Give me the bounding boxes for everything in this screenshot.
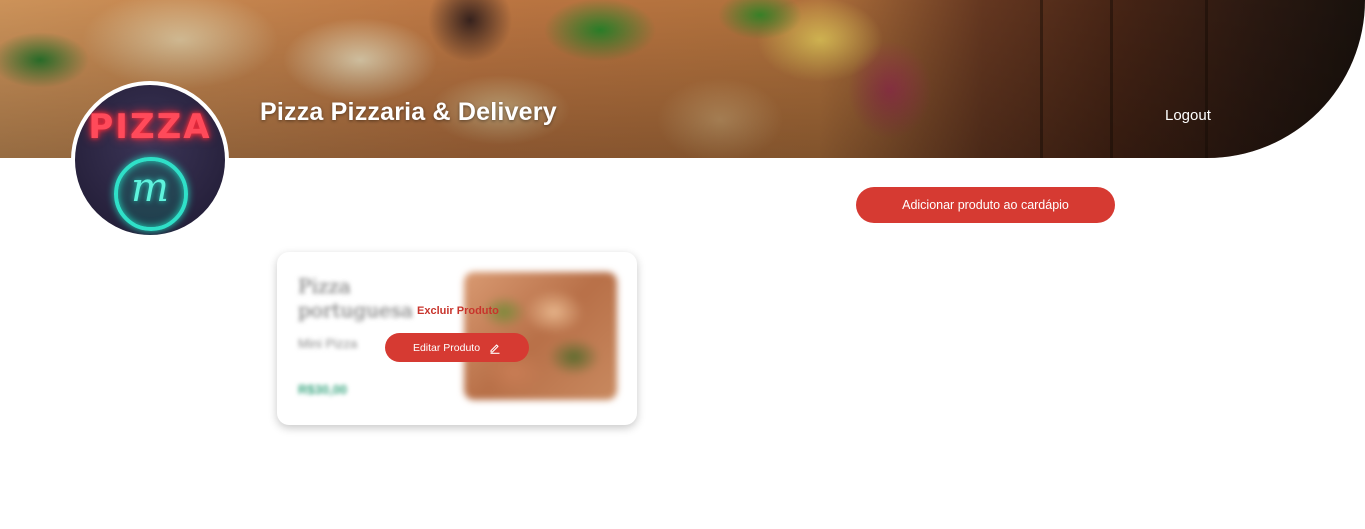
banner-wood-seam: [1205, 0, 1208, 158]
edit-product-label: Editar Produto: [412, 341, 481, 354]
edit-product-button[interactable]: Editar Produto: [385, 333, 529, 362]
product-price: R$30,00: [298, 382, 348, 397]
restaurant-title: Pizza Pizzaria & Delivery: [260, 98, 557, 126]
product-description: Mini Pizza: [298, 336, 358, 351]
banner-wood-seam: [1040, 0, 1043, 158]
banner-wood-seam: [1110, 0, 1113, 158]
logout-link[interactable]: Logout: [1165, 107, 1211, 124]
add-product-button[interactable]: Adicionar produto ao cardápio: [856, 187, 1115, 223]
avatar-neon-sign: PIZZA: [88, 107, 212, 147]
restaurant-avatar: PIZZA m: [71, 81, 229, 239]
product-name: Pizza portuguesa: [298, 274, 414, 322]
avatar-neon-letter: m: [131, 165, 169, 211]
pencil-icon: [489, 342, 501, 354]
product-card: Pizza portuguesa Mini Pizza R$30,00 Excl…: [277, 252, 637, 425]
delete-product-link[interactable]: Excluir Produto: [417, 305, 499, 317]
